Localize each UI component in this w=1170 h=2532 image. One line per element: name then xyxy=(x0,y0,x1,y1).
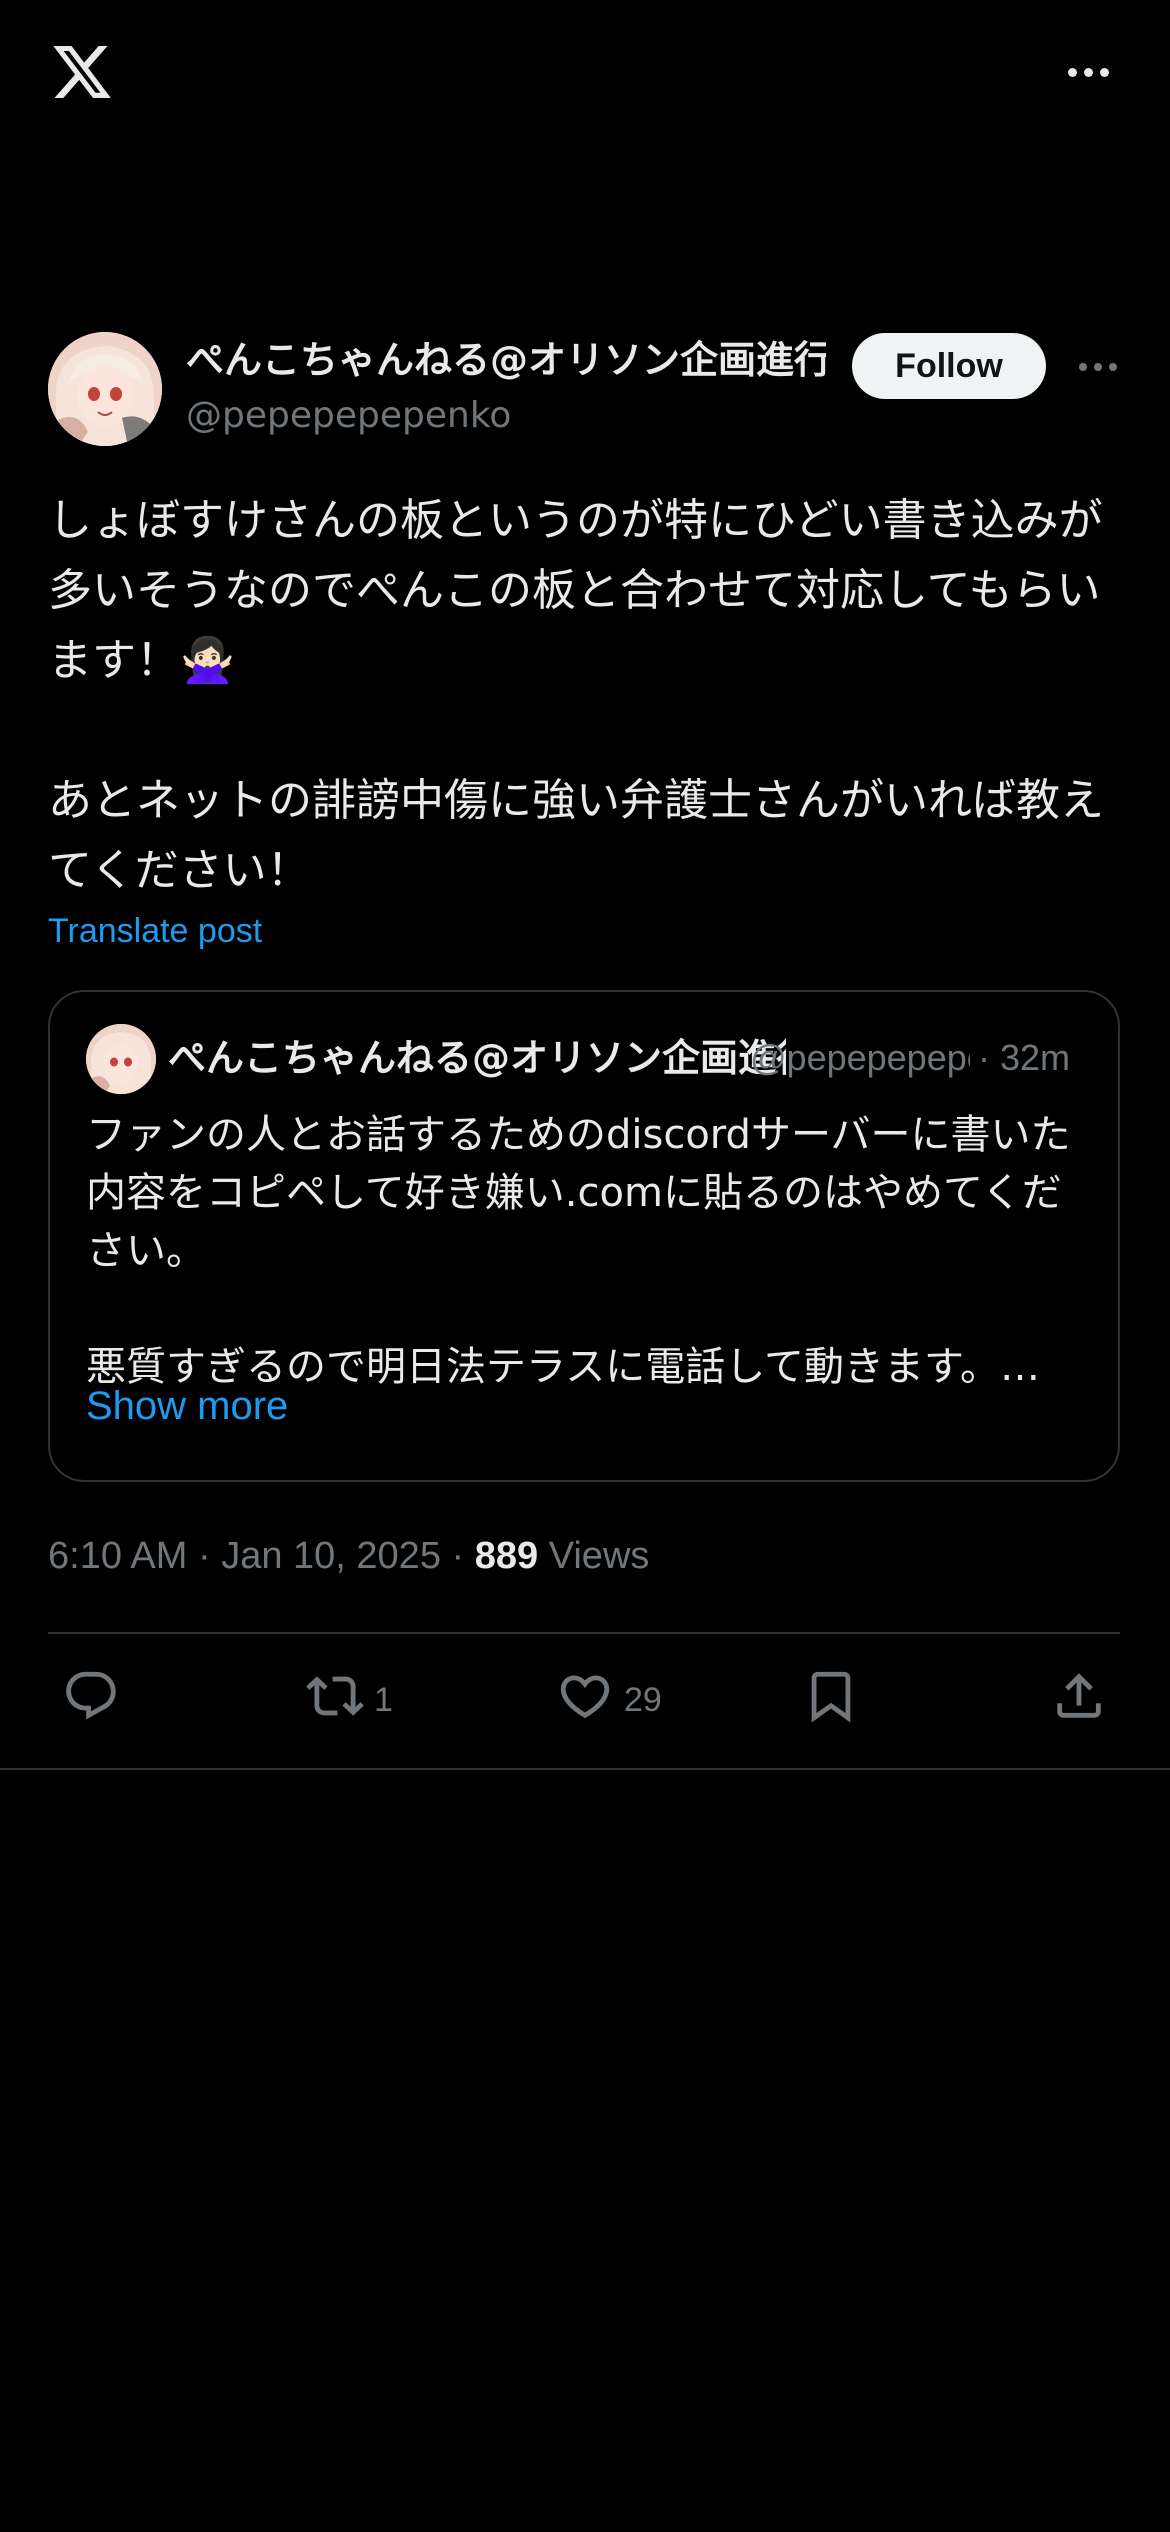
avatar[interactable] xyxy=(48,332,162,446)
quoted-timestamp: · 32m xyxy=(978,1030,1070,1086)
author-handle[interactable]: @pepepepepenko xyxy=(186,392,511,440)
meta-separator: · xyxy=(451,1535,465,1577)
heart-icon xyxy=(556,1667,614,1734)
post-text: しょぼすけさんの板というのが特にひどい書き込みが多いそうなのでぺんこの板と合わせ… xyxy=(48,495,1104,896)
top-bar xyxy=(0,0,1170,150)
repost-count: 1 xyxy=(374,1680,393,1719)
quoted-time: 32m xyxy=(1000,1037,1071,1078)
quoted-author-handle: @pepepepepenko xyxy=(750,1037,970,1078)
bookmark-button[interactable] xyxy=(802,1660,860,1740)
divider xyxy=(0,1768,1170,1770)
quoted-post-card[interactable]: ぺんこちゃんねる@オリソン企画進行中 @pepepepepenko · 32m … xyxy=(48,990,1120,1482)
quoted-avatar xyxy=(86,1024,156,1094)
views-label: Views xyxy=(548,1535,650,1577)
share-button[interactable] xyxy=(1050,1660,1108,1740)
post-meta: 6:10 AM · Jan 10, 2025 · 889 Views xyxy=(48,1526,649,1586)
repost-icon xyxy=(306,1667,364,1734)
action-bar: 1 29 xyxy=(0,1660,1170,1740)
reply-button[interactable] xyxy=(62,1660,130,1740)
like-count: 29 xyxy=(624,1680,662,1719)
x-logo-icon[interactable] xyxy=(48,40,116,104)
follow-button[interactable]: Follow xyxy=(852,333,1046,399)
show-more-link[interactable]: Show more xyxy=(86,1378,288,1434)
author-name[interactable]: ぺんこちゃんねる@オリソン企画進行中 xyxy=(186,332,826,388)
quoted-author-name: ぺんこちゃんねる@オリソン企画進行中 xyxy=(168,1036,786,1080)
meta-separator: · xyxy=(197,1535,211,1577)
like-button[interactable]: 29 xyxy=(556,1660,662,1740)
quoted-separator: · xyxy=(978,1037,990,1078)
share-icon xyxy=(1050,1667,1108,1734)
post-date[interactable]: Jan 10, 2025 xyxy=(221,1535,441,1577)
reply-icon xyxy=(62,1667,120,1734)
repost-button[interactable]: 1 xyxy=(306,1660,393,1740)
post-time[interactable]: 6:10 AM xyxy=(48,1535,187,1577)
divider xyxy=(48,1632,1120,1634)
quoted-text: ファンの人とお話するためのdiscordサーバーに書いた内容をコピペして好き嫌い… xyxy=(86,1112,1071,1390)
post-more-icon[interactable] xyxy=(1070,347,1126,387)
translate-post-link[interactable]: Translate post xyxy=(48,906,262,956)
views-count: 889 xyxy=(474,1535,539,1577)
bookmark-icon xyxy=(802,1667,860,1734)
more-options-icon[interactable] xyxy=(1058,52,1118,92)
